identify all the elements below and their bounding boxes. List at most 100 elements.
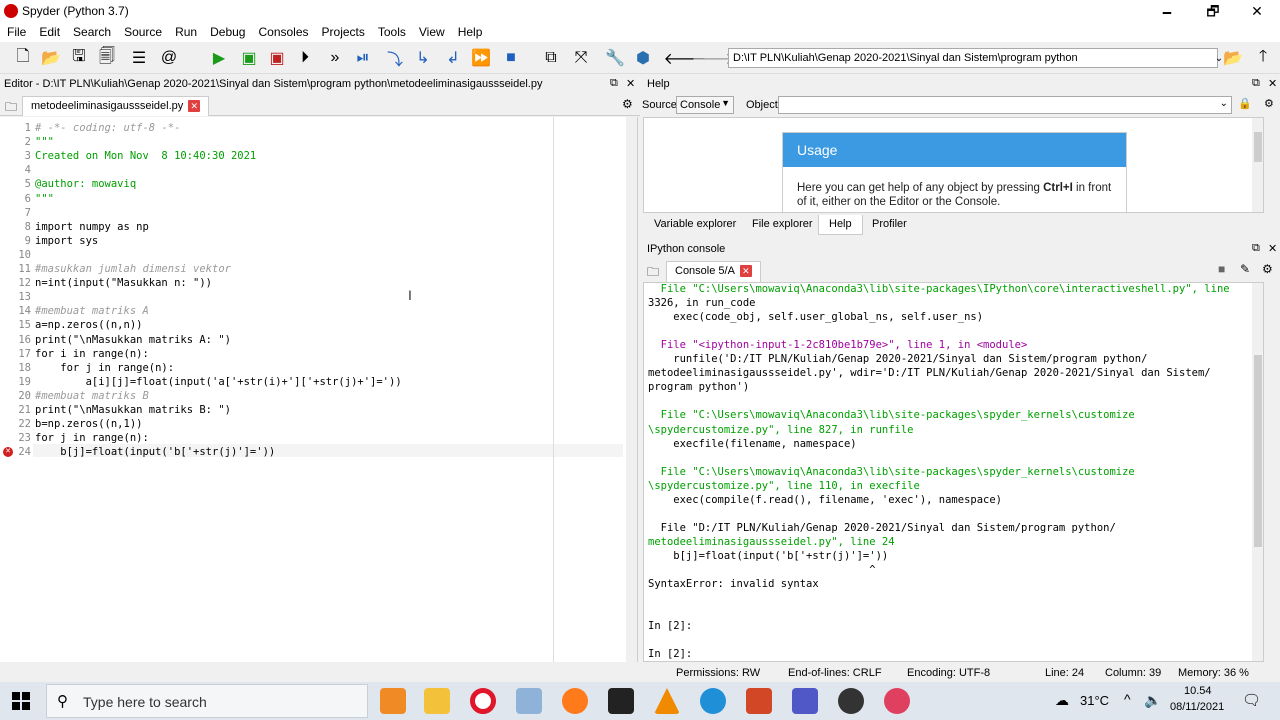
browse-folder-icon[interactable]: 📂: [1222, 47, 1244, 69]
undock-icon[interactable]: ⧉: [1252, 77, 1260, 90]
console-line: File "<ipython-input-1-2c810be1b79e>", l…: [648, 339, 1028, 352]
menu-edit[interactable]: Edit: [32, 22, 66, 39]
browse-tabs-icon[interactable]: 🗀: [647, 263, 659, 284]
code-line: for j in range(n):: [35, 361, 175, 374]
at-icon[interactable]: @: [158, 47, 180, 69]
fullscreen-icon[interactable]: ⤧: [570, 47, 592, 69]
tab-profiler[interactable]: Profiler: [862, 215, 917, 235]
windows-start-icon[interactable]: [12, 692, 30, 710]
chevron-up-icon[interactable]: ^: [1124, 691, 1131, 707]
ipython-console-output[interactable]: File "C:\Users\mowaviq\Anaconda3\lib\sit…: [643, 282, 1264, 662]
step-icon[interactable]: ⤵: [384, 47, 406, 69]
clock-time[interactable]: 10.54: [1184, 685, 1212, 697]
object-input[interactable]: ⌄: [778, 96, 1232, 114]
menu-debug[interactable]: Debug: [203, 22, 251, 39]
close-pane-icon[interactable]: ✕: [1268, 77, 1277, 90]
menu-file[interactable]: File: [0, 22, 32, 39]
stop-icon[interactable]: ■: [1218, 262, 1225, 276]
browse-tabs-icon[interactable]: 🗀: [5, 98, 17, 119]
new-file-icon[interactable]: 🗋: [12, 47, 34, 69]
preferences-icon[interactable]: 🔧: [604, 47, 626, 69]
menu-consoles[interactable]: Consoles: [251, 22, 314, 39]
working-directory-input[interactable]: D:\IT PLN\Kuliah\Genap 2020-2021\Sinyal …: [728, 48, 1218, 68]
menu-run[interactable]: Run: [168, 22, 203, 39]
spyder-taskbar-icon[interactable]: [838, 688, 864, 714]
help-scrollbar[interactable]: [1252, 118, 1263, 212]
teams-icon[interactable]: [792, 688, 818, 714]
minimize-button[interactable]: 🗕: [1144, 0, 1190, 22]
console-tab[interactable]: Console 5/A ✕: [666, 261, 761, 282]
notification-icon[interactable]: 🗨: [1242, 691, 1261, 709]
gear-icon[interactable]: ⚙: [1264, 97, 1274, 110]
snipping-tool-icon[interactable]: [884, 688, 910, 714]
run-cell-advance-icon[interactable]: ▣: [266, 47, 288, 69]
parent-directory-icon[interactable]: 🡑: [1252, 47, 1274, 69]
temperature[interactable]: 31°C: [1080, 693, 1109, 708]
source-select[interactable]: Console ▼: [676, 96, 734, 114]
close-pane-icon[interactable]: ✕: [1268, 242, 1277, 255]
open-folder-icon[interactable]: 📂: [40, 47, 62, 69]
save-all-icon[interactable]: 🗐: [96, 47, 118, 69]
console-scrollbar[interactable]: [1252, 283, 1263, 661]
app-icon-office-lens[interactable]: [380, 688, 406, 714]
clock-date[interactable]: 08/11/2021: [1170, 701, 1224, 713]
debug-icon[interactable]: ⏯: [352, 47, 374, 69]
menu-tools[interactable]: Tools: [371, 22, 412, 39]
run-icon[interactable]: ▶: [208, 47, 230, 69]
line-number: 8: [24, 220, 31, 233]
firefox-icon[interactable]: [562, 688, 588, 714]
console-line: SyntaxError: invalid syntax: [648, 578, 819, 591]
gear-icon[interactable]: ⚙: [1262, 262, 1273, 276]
object-label: Object: [746, 99, 778, 111]
source-select-value: Console: [680, 99, 721, 111]
menu-source[interactable]: Source: [117, 22, 168, 39]
editor-scrollbar[interactable]: [626, 117, 637, 662]
close-tab-icon[interactable]: ✕: [188, 100, 201, 113]
menu-search[interactable]: Search: [66, 22, 117, 39]
maximize-pane-icon[interactable]: ⧉: [540, 47, 562, 69]
opera-icon[interactable]: [470, 688, 496, 714]
speaker-icon[interactable]: 🔈: [1144, 692, 1161, 709]
vlc-icon[interactable]: [654, 688, 680, 714]
error-marker-icon[interactable]: ✕: [3, 447, 13, 458]
editor-file-tab[interactable]: metodeeliminasigaussseidel.py ✕: [22, 96, 210, 116]
close-tab-icon[interactable]: ✕: [739, 265, 752, 278]
taskbar-search-box[interactable]: ⚲ Type here to search: [46, 684, 368, 718]
undock-icon[interactable]: ⧉: [1252, 242, 1260, 255]
gear-icon[interactable]: ⚙: [622, 97, 633, 111]
tab-variable-explorer[interactable]: Variable explorer: [644, 215, 746, 235]
list-icon[interactable]: ☰: [128, 47, 150, 69]
maximize-button[interactable]: 🗗: [1190, 0, 1236, 22]
code-editor[interactable]: 1 2 3 4 5 6 7 8 9 10 11 12 13 14 15 16 17 18 19 20 21 22 23 24 ✕…: [0, 117, 638, 662]
continue-icon[interactable]: ⏩: [470, 47, 492, 69]
menu-help[interactable]: Help: [451, 22, 489, 39]
tab-file-explorer[interactable]: File explorer: [742, 215, 823, 235]
weather-icon[interactable]: ☁: [1055, 692, 1069, 709]
stop-debug-icon[interactable]: ■: [500, 47, 522, 69]
save-icon[interactable]: 🖫: [68, 47, 90, 69]
code-line: b=np.zeros((n,1)): [35, 418, 143, 431]
more-icon[interactable]: »: [324, 47, 346, 69]
run-cell-icon[interactable]: ▣: [238, 47, 260, 69]
edge-icon[interactable]: [700, 688, 726, 714]
run-selection-icon[interactable]: ⏵: [294, 47, 316, 69]
file-explorer-icon[interactable]: [424, 688, 450, 714]
close-button[interactable]: ✕: [1234, 0, 1280, 22]
lock-icon[interactable]: 🔒: [1238, 97, 1252, 110]
menu-view[interactable]: View: [412, 22, 451, 39]
menu-projects[interactable]: Projects: [315, 22, 371, 39]
pane-tab-bar: Variable explorer File explorer Help Pro…: [642, 214, 1280, 236]
python-path-icon[interactable]: ⬢: [632, 47, 654, 69]
clear-console-icon[interactable]: ✎: [1240, 262, 1250, 276]
source-label: Source: [642, 99, 677, 111]
close-pane-icon[interactable]: ✕: [626, 77, 635, 90]
tab-help[interactable]: Help: [818, 215, 863, 235]
step-into-icon[interactable]: ↳: [412, 47, 434, 69]
undock-icon[interactable]: ⧉: [610, 77, 618, 90]
console-line: exec(code_obj, self.user_global_ns, self…: [648, 311, 984, 324]
powerpoint-icon[interactable]: [746, 688, 772, 714]
forward-icon[interactable]: 🡒: [692, 47, 735, 69]
app-icon[interactable]: [516, 688, 542, 714]
app-icon-dark[interactable]: [608, 688, 634, 714]
step-return-icon[interactable]: ↲: [442, 47, 464, 69]
